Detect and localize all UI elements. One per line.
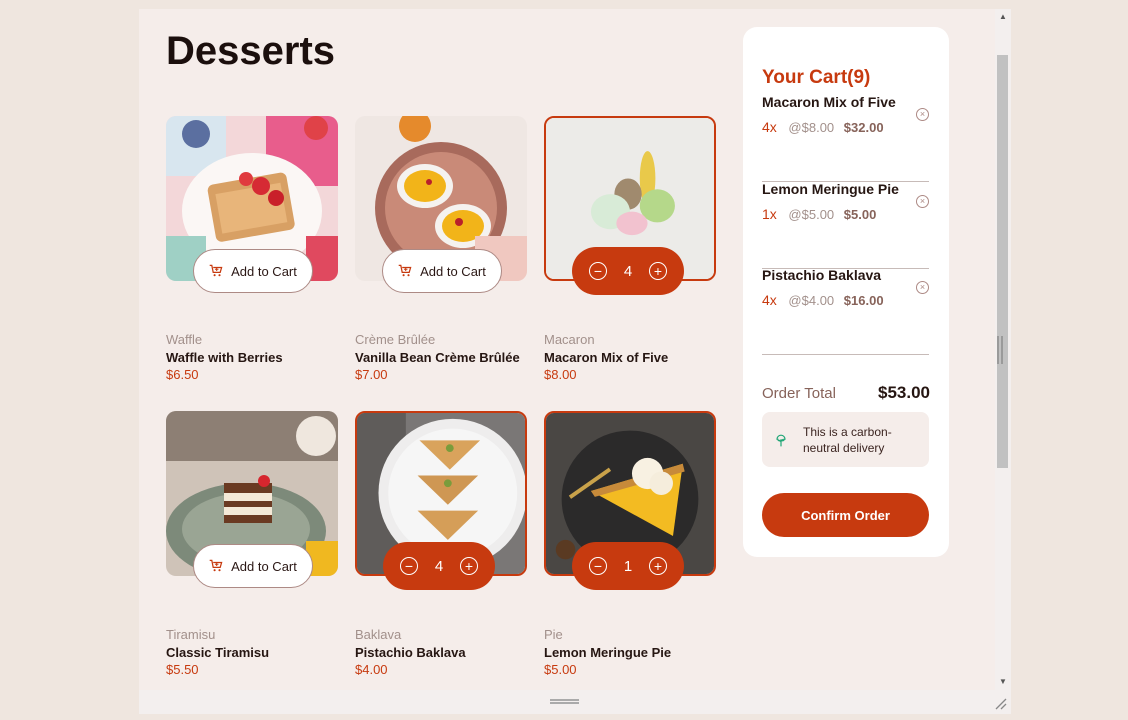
quantity-stepper: − 4 + <box>572 247 684 295</box>
add-to-cart-label: Add to Cart <box>231 558 297 574</box>
quantity-stepper: − 4 + <box>383 542 495 590</box>
cart-item: Pistachio Baklava 4x @$4.00 $16.00 × <box>762 267 929 355</box>
resize-handle-icon[interactable] <box>993 696 1007 710</box>
close-circle-icon[interactable]: × <box>916 281 929 294</box>
close-circle-icon[interactable]: × <box>916 195 929 208</box>
plus-circle-icon[interactable]: + <box>649 262 667 280</box>
cart-item-name: Macaron Mix of Five <box>762 94 896 110</box>
cart-item: Lemon Meringue Pie 1x @$5.00 $5.00 × <box>762 181 929 269</box>
cart-item-qty: 4x <box>762 119 777 135</box>
product-price: $4.00 <box>355 662 388 677</box>
quantity-value: 1 <box>623 557 633 575</box>
product-price: $5.00 <box>544 662 577 677</box>
carbon-text: This is a carbon-neutral delivery <box>803 425 892 455</box>
drag-handle-icon[interactable] <box>550 699 579 704</box>
product-card-baklava: − 4 + Baklava Pistachio Baklava $4.00 <box>355 411 527 706</box>
add-to-cart-button[interactable]: Add to Cart <box>193 249 313 293</box>
cart-item-subtotal: $32.00 <box>843 120 884 135</box>
cart-plus-icon <box>398 264 412 277</box>
cart-item-unit-price: @$8.00 <box>788 120 835 135</box>
minus-circle-icon[interactable]: − <box>400 557 418 575</box>
cart-item-name: Lemon Meringue Pie <box>762 181 899 197</box>
tree-icon <box>776 434 786 447</box>
scroll-thumb[interactable] <box>997 55 1008 468</box>
cart-title: Your Cart(9) <box>762 67 871 88</box>
product-category: Baklava <box>355 627 402 642</box>
browser-viewport: Desserts Add to Cart Waffle Waffle with … <box>139 9 1011 714</box>
product-category: Pie <box>544 627 563 642</box>
product-price: $5.50 <box>166 662 199 677</box>
cart-item-details: 4x @$4.00 $16.00 <box>762 292 884 308</box>
cart-item-qty: 1x <box>762 206 777 222</box>
cart-item: Macaron Mix of Five 4x @$8.00 $32.00 × <box>762 94 929 182</box>
minus-circle-icon[interactable]: − <box>589 262 607 280</box>
side-drag-handle-icon[interactable] <box>997 336 1003 364</box>
add-to-cart-button[interactable]: Add to Cart <box>193 544 313 588</box>
plus-circle-icon[interactable]: + <box>460 557 478 575</box>
quantity-value: 4 <box>434 557 444 575</box>
product-grid: Add to Cart Waffle Waffle with Berries $… <box>166 116 716 706</box>
carbon-neutral-notice: This is a carbon-neutral delivery <box>762 412 929 467</box>
product-price: $6.50 <box>166 367 199 382</box>
product-price: $8.00 <box>544 367 577 382</box>
product-name: Pistachio Baklava <box>355 645 466 660</box>
page-content: Desserts Add to Cart Waffle Waffle with … <box>139 9 977 690</box>
add-to-cart-label: Add to Cart <box>231 263 297 279</box>
product-category: Waffle <box>166 332 203 347</box>
product-card-macaron: − 4 + Macaron Macaron Mix of Five $8.00 <box>544 116 716 411</box>
cart-item-subtotal: $5.00 <box>843 207 877 222</box>
cart-item-qty: 4x <box>762 292 777 308</box>
cart-item-unit-price: @$5.00 <box>788 207 835 222</box>
product-card-waffle: Add to Cart Waffle Waffle with Berries $… <box>166 116 338 411</box>
close-circle-icon[interactable]: × <box>916 108 929 121</box>
product-card-lemon-pie: − 1 + Pie Lemon Meringue Pie $5.00 <box>544 411 716 706</box>
cart-panel: Your Cart(9) Macaron Mix of Five 4x @$8.… <box>743 27 949 557</box>
minus-circle-icon[interactable]: − <box>589 557 607 575</box>
product-name: Classic Tiramisu <box>166 645 270 660</box>
confirm-order-button[interactable]: Confirm Order <box>762 493 929 537</box>
add-to-cart-button[interactable]: Add to Cart <box>382 249 502 293</box>
product-card-creme-brulee: Add to Cart Crème Brûlée Vanilla Bean Cr… <box>355 116 527 411</box>
plus-circle-icon[interactable]: + <box>649 557 667 575</box>
product-category: Macaron <box>544 332 595 347</box>
order-total-value: $53.00 <box>878 383 930 402</box>
add-to-cart-label: Add to Cart <box>420 263 486 279</box>
scroll-up-icon[interactable]: ▲ <box>999 12 1007 21</box>
order-total-label: Order Total <box>762 385 836 402</box>
product-card-tiramisu: Add to Cart Tiramisu Classic Tiramisu $5… <box>166 411 338 706</box>
cart-item-details: 1x @$5.00 $5.00 <box>762 206 876 222</box>
bottom-bar <box>139 690 1011 714</box>
cart-item-details: 4x @$8.00 $32.00 <box>762 119 884 135</box>
product-name: Waffle with Berries <box>166 350 283 365</box>
quantity-value: 4 <box>623 262 633 280</box>
cart-item-name: Pistachio Baklava <box>762 267 882 283</box>
product-category: Tiramisu <box>166 627 216 642</box>
cart-item-subtotal: $16.00 <box>843 293 884 308</box>
page-title: Desserts <box>166 29 336 73</box>
product-name: Vanilla Bean Crème Brûlée <box>355 350 520 365</box>
product-name: Macaron Mix of Five <box>544 350 669 365</box>
quantity-stepper: − 1 + <box>572 542 684 590</box>
product-name: Lemon Meringue Pie <box>544 645 672 660</box>
cart-item-unit-price: @$4.00 <box>788 293 835 308</box>
cart-plus-icon <box>209 264 223 277</box>
cart-plus-icon <box>209 559 223 572</box>
product-category: Crème Brûlée <box>355 332 436 347</box>
scroll-down-icon[interactable]: ▼ <box>999 677 1007 686</box>
product-price: $7.00 <box>355 367 388 382</box>
